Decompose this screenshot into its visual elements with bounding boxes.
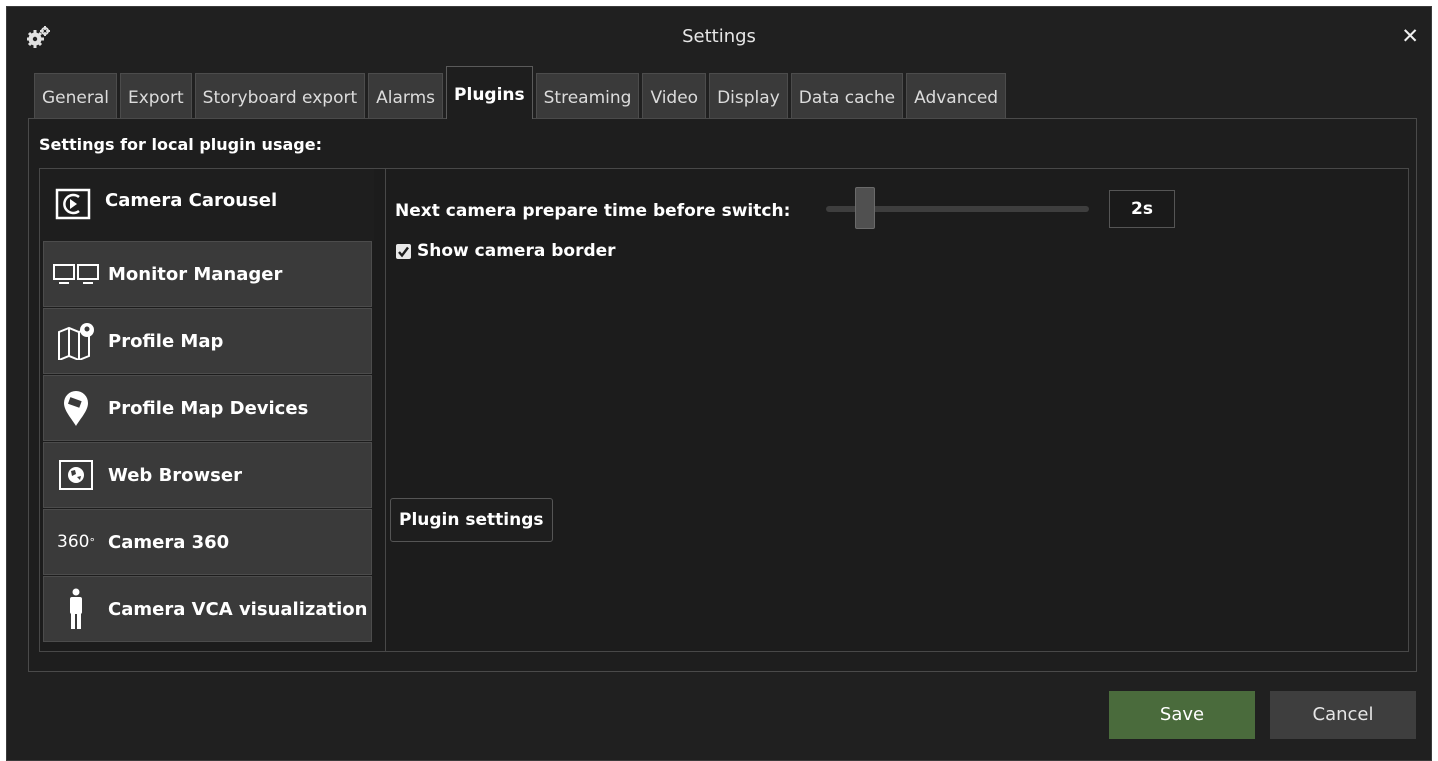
settings-tabs: General Export Storyboard export Alarms …	[34, 66, 1009, 119]
plugin-item-label: Camera VCA visualization	[108, 598, 368, 620]
camera-carousel-icon	[49, 185, 97, 223]
plugin-settings-button[interactable]: Plugin settings	[390, 498, 553, 542]
tab-export[interactable]: Export	[120, 73, 192, 119]
degree-symbol: °	[89, 535, 95, 549]
plugin-item-camera-carousel[interactable]: Camera Carousel	[40, 169, 374, 241]
plugin-item-profile-map[interactable]: Profile Map	[43, 308, 372, 374]
save-button[interactable]: Save	[1109, 691, 1255, 739]
profile-map-icon	[52, 322, 100, 360]
tab-alarms[interactable]: Alarms	[368, 73, 444, 119]
plugin-item-label: Camera Carousel	[105, 190, 278, 211]
plugin-item-label: Camera 360	[108, 531, 230, 553]
plugin-settings-panel: Next camera prepare time before switch: …	[385, 169, 1408, 651]
tab-video[interactable]: Video	[642, 73, 707, 119]
show-camera-border-checkbox[interactable]: Show camera border	[396, 241, 616, 261]
tab-streaming[interactable]: Streaming	[535, 73, 640, 119]
plugin-item-camera-360[interactable]: 360 ° Camera 360	[43, 509, 372, 575]
globe-icon	[52, 456, 100, 494]
person-icon	[52, 588, 100, 629]
plugin-item-label: Profile Map	[108, 330, 224, 352]
prepare-time-value: 2s	[1109, 190, 1175, 228]
plugin-item-monitor-manager[interactable]: Monitor Manager	[43, 241, 372, 307]
plugins-tab-content: Settings for local plugin usage: Camera …	[28, 118, 1417, 672]
window-title: Settings	[682, 26, 756, 47]
prepare-time-label: Next camera prepare time before switch:	[395, 201, 791, 221]
plugin-item-label: Monitor Manager	[108, 263, 283, 285]
monitor-manager-icon	[52, 255, 100, 293]
tab-display[interactable]: Display	[709, 73, 788, 119]
show-camera-border-label: Show camera border	[417, 241, 616, 261]
plugin-item-camera-vca-visualization[interactable]: Camera VCA visualization	[43, 576, 372, 642]
plugin-item-label: Profile Map Devices	[108, 397, 309, 419]
tab-general[interactable]: General	[34, 73, 117, 119]
prepare-time-slider-thumb[interactable]	[855, 187, 876, 229]
plugin-item-web-browser[interactable]: Web Browser	[43, 442, 372, 508]
checkbox-checked-icon[interactable]	[396, 243, 411, 259]
camera-360-icon-text: 360	[57, 532, 90, 552]
plugin-item-label: Web Browser	[108, 464, 242, 486]
title-bar: Settings ✕	[7, 7, 1431, 63]
map-pin-icon	[52, 389, 100, 427]
plugin-list: Camera Carousel Monitor Manager Profile …	[40, 169, 374, 651]
camera-360-icon: 360 °	[52, 523, 100, 561]
tab-plugins[interactable]: Plugins	[446, 66, 533, 119]
plugin-item-profile-map-devices[interactable]: Profile Map Devices	[43, 375, 372, 441]
section-heading: Settings for local plugin usage:	[39, 135, 322, 154]
close-icon[interactable]: ✕	[1401, 24, 1419, 48]
plugins-panel: Camera Carousel Monitor Manager Profile …	[39, 168, 1409, 652]
settings-dialog: Settings ✕ General Export Storyboard exp…	[6, 6, 1432, 761]
tab-advanced[interactable]: Advanced	[906, 73, 1007, 119]
tab-storyboard-export[interactable]: Storyboard export	[194, 73, 366, 119]
cancel-button[interactable]: Cancel	[1270, 691, 1416, 739]
tab-data-cache[interactable]: Data cache	[790, 73, 904, 119]
